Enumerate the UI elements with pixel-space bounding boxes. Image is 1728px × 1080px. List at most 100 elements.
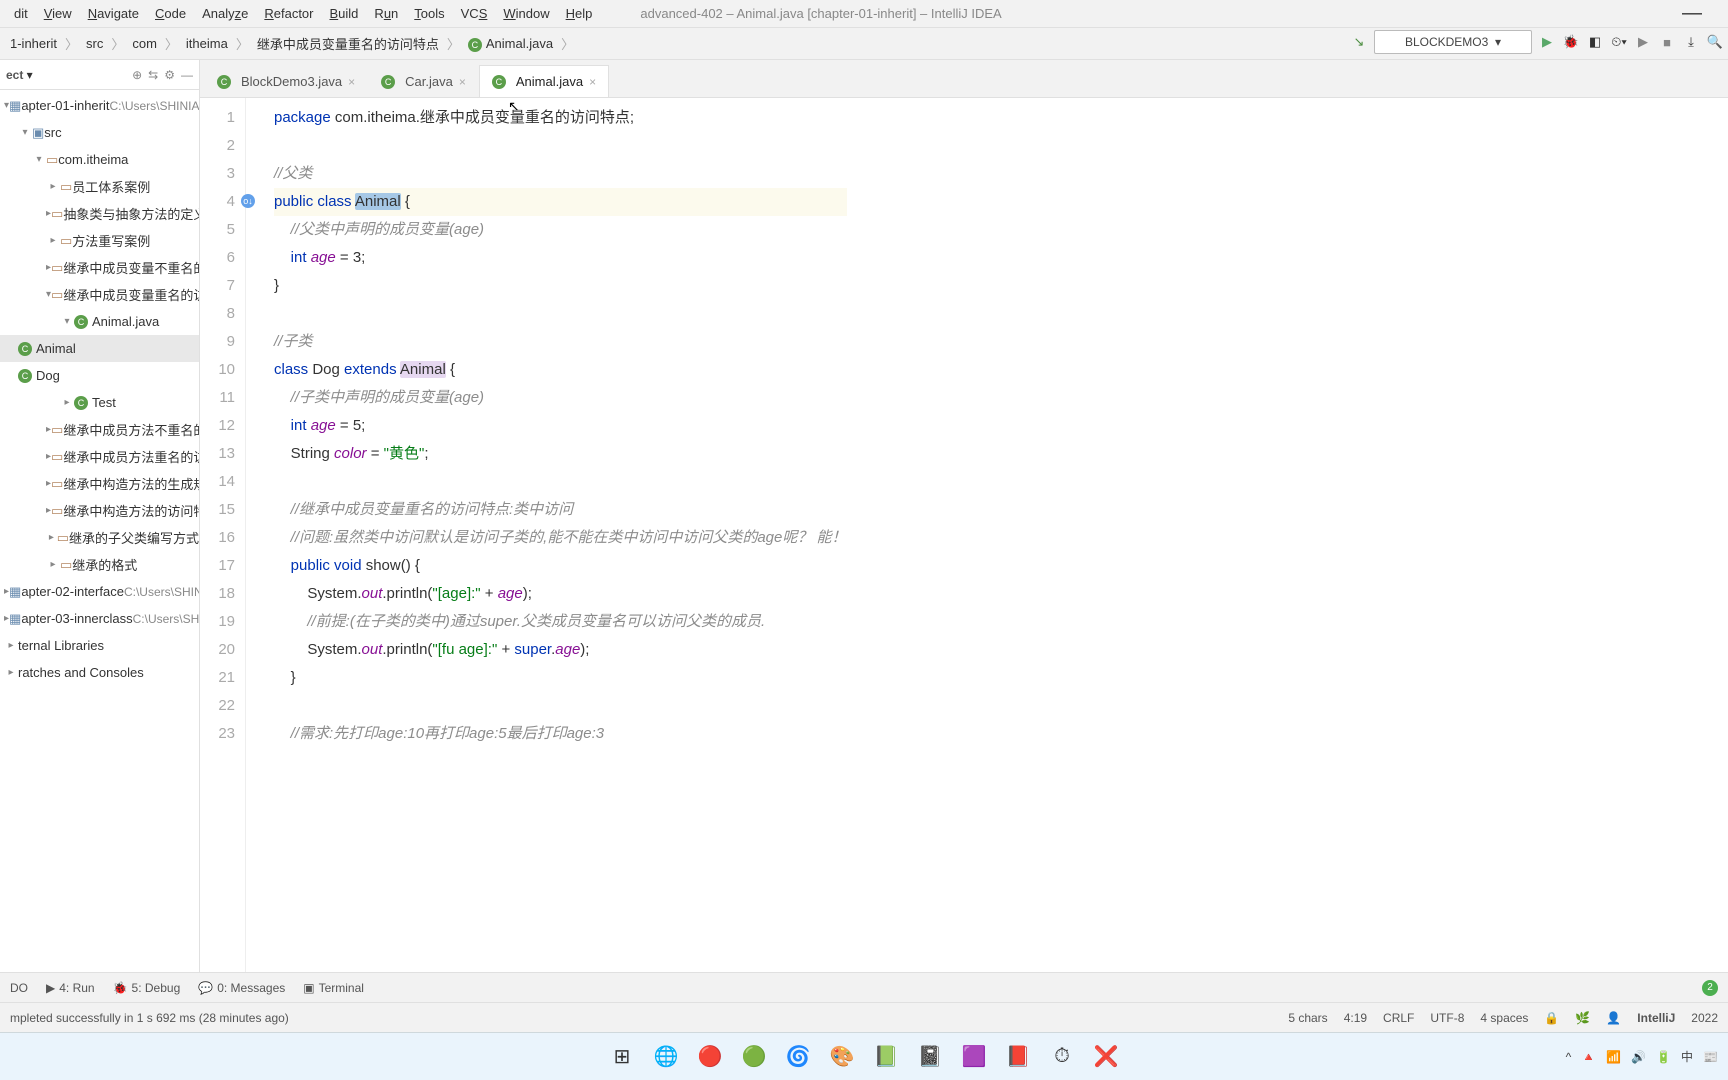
taskbar-app[interactable]: ❌ <box>1088 1039 1124 1075</box>
menu-help[interactable]: Help <box>558 4 601 23</box>
close-icon[interactable]: × <box>459 75 466 89</box>
messages-tab[interactable]: 💬 0: Messages <box>198 981 285 995</box>
code-line[interactable] <box>274 468 847 496</box>
tree-node[interactable]: ▸▭ 继承的子父类编写方式 <box>0 524 199 551</box>
taskbar-app[interactable]: 🟪 <box>956 1039 992 1075</box>
tree-node[interactable]: ▾▭ 继承中成员变量重名的访问特点 <box>0 281 199 308</box>
menu-run[interactable]: Run <box>366 4 406 23</box>
taskbar-app[interactable]: 📓 <box>912 1039 948 1075</box>
tray-icon[interactable]: 📶 <box>1606 1050 1621 1064</box>
collapse-icon[interactable]: ⇆ <box>148 68 158 82</box>
close-icon[interactable]: × <box>348 75 355 89</box>
menu-tools[interactable]: Tools <box>406 4 452 23</box>
code-line[interactable]: System.out.println("[age]:" + age); <box>274 580 847 608</box>
tree-node[interactable]: ▾CAnimal.java <box>0 308 199 335</box>
tree-node[interactable]: ▸▭ 继承中构造方法的生成规范 <box>0 470 199 497</box>
run-button[interactable]: ▶ <box>1538 33 1556 51</box>
tree-node[interactable]: ▸▭ 继承中成员变量不重名的访问特 <box>0 254 199 281</box>
menu-edit[interactable]: dit <box>6 4 36 23</box>
tree-node[interactable]: ▸▭ 继承中成员方法重名的访问特点 <box>0 443 199 470</box>
tree-node[interactable]: ▸ratches and Consoles <box>0 659 199 686</box>
tray-icon[interactable]: 中 <box>1681 1048 1693 1065</box>
editor-tab[interactable]: CAnimal.java× <box>479 65 609 97</box>
code-line[interactable]: } <box>274 664 847 692</box>
code-line[interactable]: public class Animal { <box>274 188 847 216</box>
tree-node[interactable]: ▸▭ 继承中成员方法不重名的访问特 <box>0 416 199 443</box>
event-log-badge[interactable]: 2 <box>1702 980 1718 996</box>
settings-icon[interactable]: ⚙ <box>164 68 175 82</box>
taskbar-app[interactable]: 🔴 <box>692 1039 728 1075</box>
taskbar-app[interactable]: 🟢 <box>736 1039 772 1075</box>
code-line[interactable]: } <box>274 272 847 300</box>
readonly-lock-icon[interactable]: 🔒 <box>1544 1011 1559 1025</box>
taskbar-app[interactable]: 📗 <box>868 1039 904 1075</box>
close-icon[interactable]: × <box>589 75 596 89</box>
code-line[interactable] <box>274 300 847 328</box>
tray-icon[interactable]: 📰 <box>1703 1050 1718 1064</box>
code-line[interactable]: //问题:虽然类中访问默认是访问子类的,能不能在类中访问中访问父类的age呢？ … <box>274 524 847 552</box>
tree-node[interactable]: ▸▭ 员工体系案例 <box>0 173 199 200</box>
status-caret-pos[interactable]: 4:19 <box>1344 1011 1367 1025</box>
code-line[interactable]: //继承中成员变量重名的访问特点:类中访问 <box>274 496 847 524</box>
code-line[interactable]: class Dog extends Animal { <box>274 356 847 384</box>
menu-build[interactable]: Build <box>322 4 367 23</box>
code-line[interactable]: //子类中声明的成员变量(age) <box>274 384 847 412</box>
menu-analyze[interactable]: Analyze <box>194 4 256 23</box>
editor-tab[interactable]: CCar.java× <box>368 65 479 97</box>
stop-button[interactable]: ■ <box>1658 33 1676 51</box>
code-line[interactable]: //父类 <box>274 160 847 188</box>
code-line[interactable]: int age = 3; <box>274 244 847 272</box>
taskbar-app[interactable]: 📕 <box>1000 1039 1036 1075</box>
locate-icon[interactable]: ⊕ <box>132 68 142 82</box>
crumb-3[interactable]: itheima <box>180 34 234 53</box>
code-line[interactable] <box>274 692 847 720</box>
code-line[interactable]: //子类 <box>274 328 847 356</box>
crumb-1[interactable]: src <box>80 34 109 53</box>
tree-node[interactable]: ▸▦ apter-03-innerclass C:\Users\SHIN <box>0 605 199 632</box>
todo-tab[interactable]: DO <box>10 981 28 995</box>
tree-node[interactable]: ▾▣ src <box>0 119 199 146</box>
editor-body[interactable]: 1234o↓567891011121314151617181920212223 … <box>200 98 1728 972</box>
code-line[interactable]: package com.itheima.继承中成员变量重名的访问特点; <box>274 104 847 132</box>
tree-node[interactable]: ▾▦ apter-01-inherit C:\Users\SHINIAN <box>0 92 199 119</box>
code-area[interactable]: package com.itheima.继承中成员变量重名的访问特点; //父类… <box>246 98 847 972</box>
terminal-tab[interactable]: ▣ Terminal <box>303 981 364 995</box>
run-config-dropdown[interactable]: BLOCKDEMO3 ▾ <box>1374 30 1532 54</box>
project-tree[interactable]: ▾▦ apter-01-inherit C:\Users\SHINIAN▾▣ s… <box>0 90 199 688</box>
memory-indicator-icon[interactable]: 👤 <box>1606 1011 1621 1025</box>
code-line[interactable]: int age = 5; <box>274 412 847 440</box>
debug-tab[interactable]: 🐞 5: Debug <box>113 981 181 995</box>
taskbar-app[interactable]: 🎨 <box>824 1039 860 1075</box>
tree-node[interactable]: ▸▭ 抽象类与抽象方法的定义 <box>0 200 199 227</box>
tree-node[interactable]: ▸▭ 方法重写案例 <box>0 227 199 254</box>
tray-icon[interactable]: 🔺 <box>1581 1050 1596 1064</box>
debug-button[interactable]: 🐞 <box>1562 33 1580 51</box>
git-branch-icon[interactable]: 🌿 <box>1575 1011 1590 1025</box>
tree-node[interactable]: ▸▦ apter-02-interface C:\Users\SHIN <box>0 578 199 605</box>
code-line[interactable]: //需求:先打印age:10再打印age:5最后打印age:3 <box>274 720 847 748</box>
taskbar-app[interactable]: 🌐 <box>648 1039 684 1075</box>
status-indent[interactable]: 4 spaces <box>1480 1011 1528 1025</box>
menu-code[interactable]: Code <box>147 4 194 23</box>
hide-icon[interactable]: — <box>181 68 193 82</box>
menu-window[interactable]: Window <box>495 4 557 23</box>
tree-node[interactable]: ▾▭ com.itheima <box>0 146 199 173</box>
tree-node[interactable]: CDog <box>0 362 199 389</box>
tree-node[interactable]: ▸CTest <box>0 389 199 416</box>
tree-node[interactable]: ▸ternal Libraries <box>0 632 199 659</box>
crumb-2[interactable]: com <box>126 34 163 53</box>
menu-refactor[interactable]: Refactor <box>256 4 321 23</box>
attach-button[interactable]: ▶ <box>1634 33 1652 51</box>
code-line[interactable]: public void show() { <box>274 552 847 580</box>
crumb-0[interactable]: 1-inherit <box>4 34 63 53</box>
system-tray[interactable]: ^🔺📶🔊🔋中📰 <box>1566 1048 1718 1065</box>
search-everywhere-icon[interactable]: 🔍 <box>1706 33 1724 51</box>
code-line[interactable]: System.out.println("[fu age]:" + super.a… <box>274 636 847 664</box>
crumb-5[interactable]: CAnimal.java <box>462 34 559 54</box>
code-line[interactable]: //前提:(在子类的类中)通过super.父类成员变量名可以访问父类的成员. <box>274 608 847 636</box>
tray-icon[interactable]: 🔊 <box>1631 1050 1646 1064</box>
menu-navigate[interactable]: Navigate <box>80 4 147 23</box>
taskbar-app[interactable]: 🌀 <box>780 1039 816 1075</box>
run-tab[interactable]: ▶ 4: Run <box>46 981 95 995</box>
code-line[interactable] <box>274 132 847 160</box>
